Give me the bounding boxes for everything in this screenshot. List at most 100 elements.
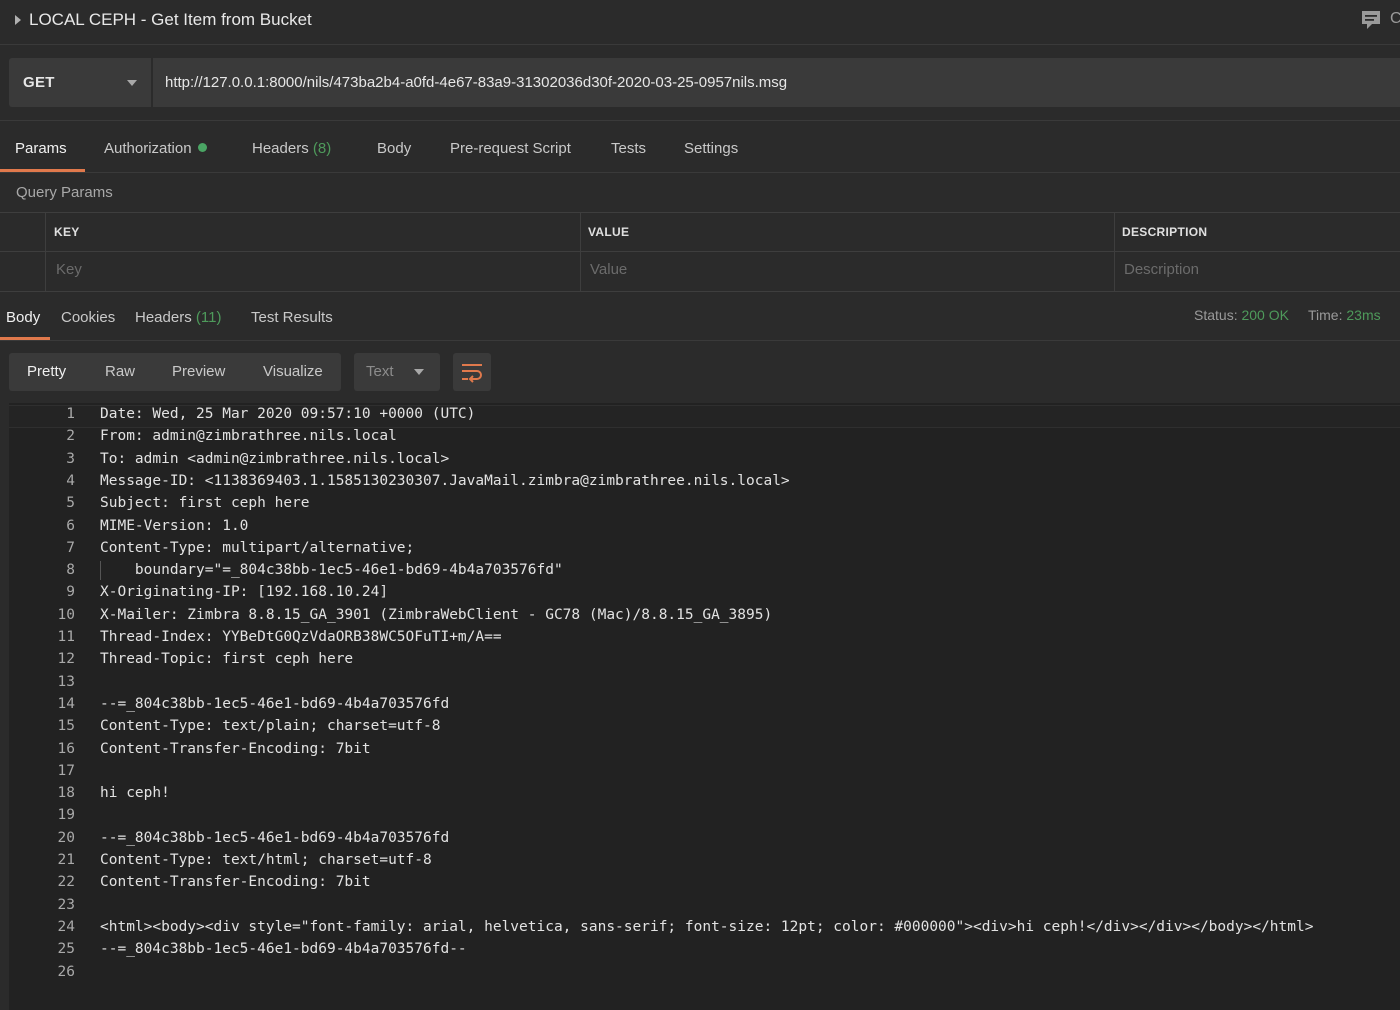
column-header-key: KEY xyxy=(54,225,80,239)
tab-response-headers[interactable]: Headers (11) xyxy=(135,309,221,326)
line-text: Thread-Topic: first ceph here xyxy=(100,651,354,668)
collapse-caret-icon[interactable] xyxy=(15,15,21,25)
line-text: Thread-Index: YYBeDtG0QzVdaORB38WC5OFuTI… xyxy=(100,629,502,645)
table-row-divider xyxy=(0,251,1400,252)
active-tab-indicator xyxy=(0,337,50,340)
line-number: 14 xyxy=(57,695,75,712)
time-value[interactable]: 23ms xyxy=(1346,307,1380,323)
line-number: 23 xyxy=(57,896,75,913)
chevron-down-icon xyxy=(414,369,424,375)
method-label: GET xyxy=(23,74,55,91)
line-number: 15 xyxy=(57,718,75,735)
auth-status-dot xyxy=(197,143,207,152)
query-params-title: Query Params xyxy=(16,184,113,201)
line-text: Content-Type: text/html; charset=utf-8 xyxy=(100,852,432,868)
line-text: Content-Transfer-Encoding: 7bit xyxy=(100,740,371,757)
active-tab-indicator xyxy=(0,169,85,172)
line-text: From: admin@zimbrathree.nils.local xyxy=(100,428,397,445)
line-text: --=_804c38bb-1ec5-46e1-bd69-4b4a703576fd xyxy=(100,695,450,712)
line-number: 18 xyxy=(57,785,75,802)
wrap-lines-button[interactable] xyxy=(453,353,491,391)
column-header-description: DESCRIPTION xyxy=(1122,225,1208,239)
line-number: 4 xyxy=(66,472,75,489)
wrap-lines-icon xyxy=(462,364,482,383)
description-input[interactable]: Description xyxy=(1124,261,1199,278)
column-header-value: VALUE xyxy=(588,225,630,239)
column-divider xyxy=(1114,213,1115,291)
tab-body[interactable]: Body xyxy=(377,140,411,157)
line-text: boundary="=_804c38bb-1ec5-46e1-bd69-4b4a… xyxy=(100,562,563,579)
tab-headers[interactable]: Headers (8) xyxy=(252,140,331,157)
line-number: 26 xyxy=(57,963,75,980)
response-tabs: Body Cookies Headers (11) Test Results S… xyxy=(0,298,1400,341)
time-label: Time: xyxy=(1308,307,1343,323)
line-text: Content-Type: text/plain; charset=utf-8 xyxy=(100,718,441,735)
line-number: 2 xyxy=(66,428,75,445)
line-text: Message-ID: <1138369403.1.1585130230307.… xyxy=(100,472,790,489)
line-text: Content-Type: multipart/alternative; xyxy=(100,539,415,556)
tab-test-results[interactable]: Test Results xyxy=(251,309,333,326)
line-number: 9 xyxy=(66,584,75,601)
line-number: 22 xyxy=(57,874,75,891)
tab-tests[interactable]: Tests xyxy=(611,140,646,157)
line-text: X-Originating-IP: [192.168.10.24] xyxy=(100,584,389,601)
line-number: 10 xyxy=(57,606,75,623)
line-text: Date: Wed, 25 Mar 2020 09:57:10 +0000 (U… xyxy=(100,406,476,422)
line-text: MIME-Version: 1.0 xyxy=(100,517,249,534)
line-number: 24 xyxy=(57,918,75,935)
line-number: 25 xyxy=(57,941,75,958)
line-number: 11 xyxy=(57,629,75,645)
key-input[interactable]: Key xyxy=(56,261,82,278)
tab-headers-label: Headers xyxy=(252,140,309,157)
line-number: 12 xyxy=(57,651,75,668)
line-text: hi ceph! xyxy=(100,785,170,802)
line-number: 20 xyxy=(57,829,75,846)
line-text: --=_804c38bb-1ec5-46e1-bd69-4b4a703576fd… xyxy=(100,941,467,958)
format-label: Text xyxy=(366,363,394,380)
comments-label[interactable]: C xyxy=(1390,10,1400,28)
line-number: 19 xyxy=(57,807,75,824)
view-raw-button[interactable]: Raw xyxy=(105,363,135,380)
line-text: Subject: first ceph here xyxy=(100,495,310,512)
comment-icon[interactable] xyxy=(1360,10,1382,30)
response-body-editor[interactable]: 1 Date: Wed, 25 Mar 2020 09:57:10 +0000 (… xyxy=(9,403,1400,1010)
value-input[interactable]: Value xyxy=(590,261,627,278)
view-visualize-button[interactable]: Visualize xyxy=(263,363,323,380)
headers-count: (8) xyxy=(312,140,332,157)
status-label: Status: xyxy=(1194,307,1238,323)
view-preview-button[interactable]: Preview xyxy=(172,363,225,380)
url-bar: GET xyxy=(0,45,1400,121)
request-title[interactable]: LOCAL CEPH - Get Item from Bucket xyxy=(29,10,312,30)
line-number: 1 xyxy=(66,406,75,422)
status-value[interactable]: 200 OK xyxy=(1241,307,1288,323)
line-number: 13 xyxy=(57,673,75,690)
method-select[interactable]: GET xyxy=(9,58,151,107)
tab-response-body[interactable]: Body xyxy=(6,309,40,326)
column-divider xyxy=(580,213,581,291)
line-text: <html><body><div style="font-family: ari… xyxy=(100,918,1314,935)
format-select[interactable]: Text xyxy=(354,353,440,391)
tab-params[interactable]: Params xyxy=(15,140,67,157)
url-input[interactable] xyxy=(153,58,1400,107)
tab-authorization[interactable]: Authorization xyxy=(104,140,207,157)
view-mode-group: Pretty Raw Preview Visualize xyxy=(9,353,341,391)
view-pretty-button[interactable]: Pretty xyxy=(27,363,66,380)
line-number: 21 xyxy=(57,852,75,868)
line-number: 7 xyxy=(66,539,75,556)
request-tabs: Params Authorization Headers (8) Body Pr… xyxy=(0,128,1400,173)
line-text: Content-Transfer-Encoding: 7bit xyxy=(100,874,371,891)
tab-prerequest-script[interactable]: Pre-request Script xyxy=(450,140,571,157)
response-status: Status: 200 OK xyxy=(1194,307,1289,323)
chevron-down-icon xyxy=(127,80,137,86)
line-number: 16 xyxy=(57,740,75,757)
line-number: 17 xyxy=(57,762,75,779)
tab-settings[interactable]: Settings xyxy=(684,140,738,157)
tab-cookies[interactable]: Cookies xyxy=(61,309,115,326)
title-bar: LOCAL CEPH - Get Item from Bucket C xyxy=(0,0,1400,45)
tab-authorization-label: Authorization xyxy=(104,140,192,157)
params-table: KEY VALUE DESCRIPTION Key Value Descript… xyxy=(0,212,1400,292)
line-number: 3 xyxy=(66,450,75,467)
line-text: --=_804c38bb-1ec5-46e1-bd69-4b4a703576fd xyxy=(100,829,450,846)
response-time: Time: 23ms xyxy=(1308,307,1381,323)
line-text: X-Mailer: Zimbra 8.8.15_GA_3901 (ZimbraW… xyxy=(100,606,773,623)
